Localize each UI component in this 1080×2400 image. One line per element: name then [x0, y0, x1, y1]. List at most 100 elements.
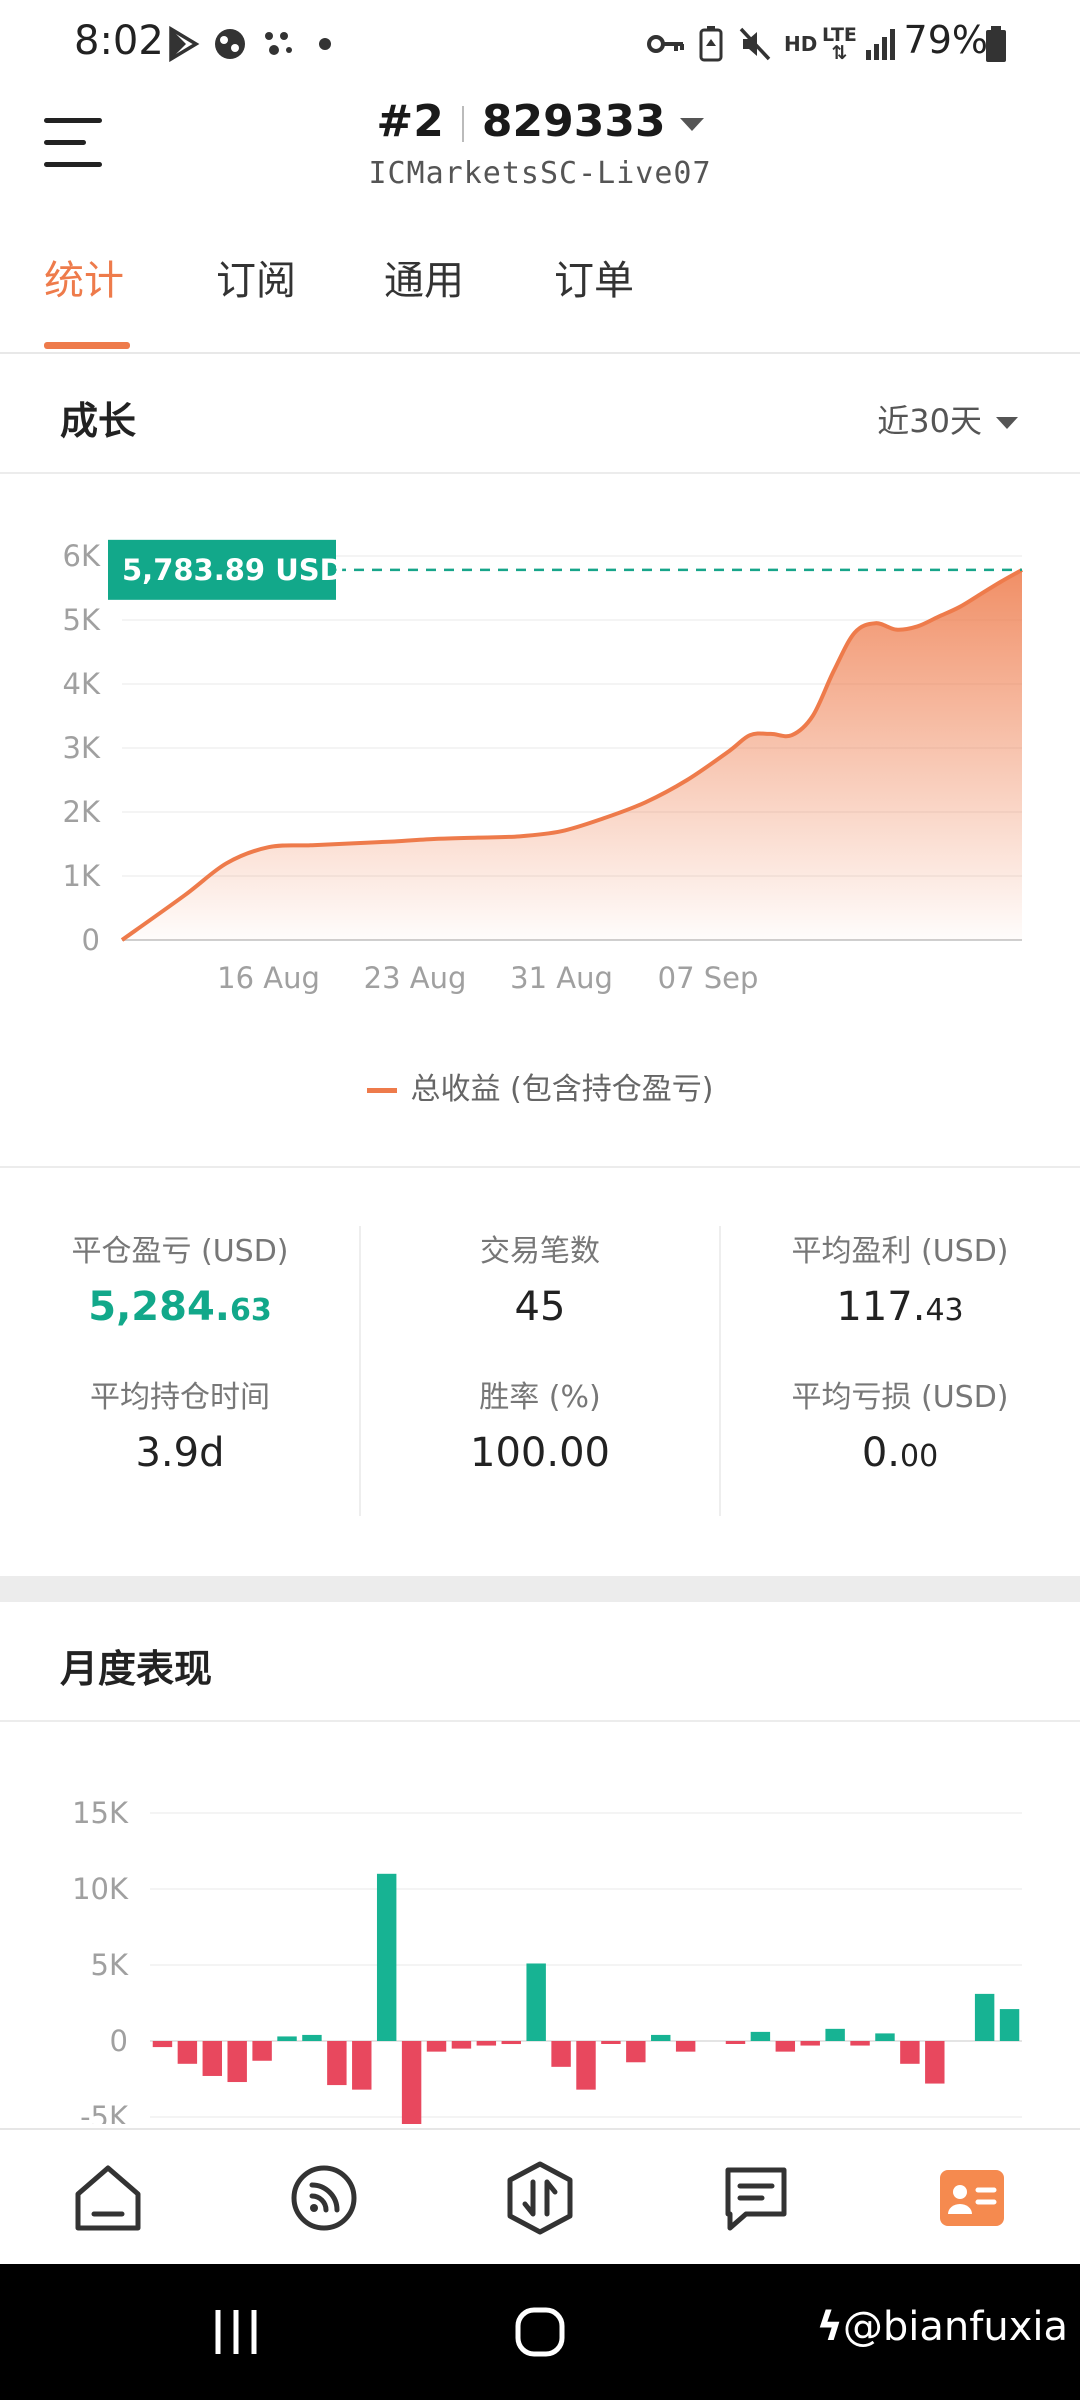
monthly-bar: [526, 1963, 546, 2041]
trade-icon[interactable]: [500, 2158, 580, 2238]
monthly-bar: [925, 2041, 945, 2084]
tab-general[interactable]: 通用: [384, 248, 464, 306]
watermark: ϟ@bianfuxia: [816, 2304, 1069, 2350]
x-tick-label: 23 Aug: [364, 961, 467, 995]
messages-icon[interactable]: [716, 2158, 796, 2238]
monthly-bar: [202, 2041, 223, 2076]
section-separator: [0, 1576, 1080, 1602]
stat-value: 0.00: [861, 1430, 939, 1476]
monthly-bar: [152, 2041, 173, 2048]
growth-section-header: 成长 近30天: [0, 354, 1080, 474]
monthly-bar: [401, 2041, 422, 2124]
stat-value: 3.9d: [135, 1430, 225, 1476]
monthly-bar: [277, 2036, 297, 2041]
tab-stats[interactable]: 统计: [44, 248, 124, 306]
current-value-label: 5,783.89 USD: [122, 553, 344, 587]
monthly-bar: [825, 2028, 845, 2041]
active-tab-indicator: [44, 342, 130, 349]
stat-label: 交易笔数: [480, 1234, 600, 1269]
signal-icon: [866, 29, 895, 60]
monthly-bar: [476, 2041, 497, 2046]
monthly-bar: [750, 2031, 771, 2041]
status-time: 8:02: [74, 18, 164, 64]
monthly-bar: [651, 2034, 671, 2041]
divider: [359, 1226, 361, 1516]
signal-feed-icon[interactable]: [284, 2158, 364, 2238]
y-tick-label: 3K: [63, 731, 101, 765]
account-index: #2: [376, 96, 444, 147]
stat-value: 100.00: [470, 1430, 610, 1476]
stat-value: 5,284.63: [88, 1284, 272, 1330]
battery-saver-icon: [699, 26, 723, 62]
stat-avg-profit: 平均盈利 (USD) 117.43: [720, 1226, 1080, 1330]
stat-label: 胜率 (%): [479, 1380, 601, 1415]
period-label: 近30天: [877, 402, 982, 440]
stat-closed-pnl: 平仓盈亏 (USD) 5,284.63: [0, 1226, 360, 1330]
stat-avg-hold-time: 平均持仓时间 3.9d: [0, 1372, 360, 1476]
monthly-bar: [850, 2041, 870, 2046]
y-tick-label: 0: [110, 2024, 128, 2058]
monthly-bar: [551, 2041, 571, 2067]
monthly-bar: [775, 2041, 796, 2052]
monthly-bar: [327, 2041, 347, 2086]
monthly-chart: 15K 10K 5K 0 -5K: [72, 1796, 1022, 2124]
monthly-title: 月度表现: [60, 1647, 213, 1691]
monthly-bar: [875, 2033, 895, 2041]
app-header: #2 829333 ICMarketsSC-Live07: [0, 88, 1080, 208]
status-bar: 8:02 HD LTE ⇅ 79%: [0, 0, 1080, 88]
lte-indicator: LTE ⇅: [822, 24, 857, 64]
y-tick-label: 15K: [72, 1796, 129, 1830]
home-icon[interactable]: [68, 2158, 148, 2238]
monthly-bar: [252, 2041, 272, 2061]
monthly-bar: [725, 2041, 746, 2044]
stat-value: 117.43: [836, 1284, 964, 1330]
app-notification-icon: [215, 29, 245, 59]
y-tick-label: 2K: [63, 795, 101, 829]
more-dot-icon: [319, 38, 331, 50]
legend-swatch: [366, 1088, 397, 1093]
battery-icon: [986, 26, 1006, 62]
profile-card-icon[interactable]: [932, 2158, 1012, 2238]
divider: [719, 1226, 721, 1516]
tab-bar: 统计 订阅 通用 订单: [0, 208, 1080, 354]
monthly-bar: [900, 2041, 920, 2064]
system-navigation-bar: ϟ@bianfuxia: [0, 2264, 1080, 2400]
bottom-navigation: [0, 2128, 1080, 2266]
key-icon: [647, 35, 684, 53]
monthly-bar: [601, 2041, 621, 2044]
mute-icon: [739, 27, 771, 61]
monthly-section-header: 月度表现: [0, 1602, 1080, 1722]
monthly-bar: [999, 2009, 1020, 2041]
monthly-bar: [800, 2041, 820, 2046]
recent-apps-icon[interactable]: [210, 2306, 262, 2358]
stat-label: 平均亏损 (USD): [791, 1380, 1009, 1415]
home-button-icon[interactable]: [512, 2304, 568, 2360]
growth-legend: 总收益 (包含持仓盈亏): [0, 1064, 1080, 1108]
y-tick-label: 10K: [72, 1872, 129, 1906]
y-tick-label: 5K: [63, 603, 101, 637]
chevron-down-icon: [679, 117, 704, 131]
tab-subscriptions[interactable]: 订阅: [216, 248, 296, 306]
period-selector[interactable]: 近30天: [877, 396, 1018, 442]
account-selector[interactable]: #2 829333: [0, 96, 1080, 147]
battery-percent: 79%: [903, 18, 988, 62]
chevron-down-icon: [996, 417, 1018, 429]
monthly-bar: [227, 2041, 247, 2083]
y-tick-label: 1K: [63, 859, 101, 893]
y-tick-label: 4K: [63, 667, 101, 701]
x-tick-label: 16 Aug: [217, 961, 320, 995]
stat-value: 45: [514, 1284, 566, 1330]
legend-label: 总收益 (包含持仓盈亏): [410, 1072, 714, 1107]
y-tick-label: 6K: [63, 539, 101, 573]
monthly-bar: [376, 1873, 397, 2041]
monthly-bar: [352, 2041, 372, 2090]
monthly-bar: [426, 2041, 447, 2052]
stat-trades: 交易笔数 45: [360, 1226, 720, 1330]
tab-orders[interactable]: 订单: [554, 248, 634, 306]
monthly-bar: [974, 1993, 995, 2041]
play-store-icon: [169, 26, 200, 62]
y-tick-label: 0: [82, 923, 100, 957]
monthly-bar: [451, 2041, 472, 2049]
growth-title: 成长: [60, 399, 137, 443]
watermark-logo-icon: ϟ: [816, 2304, 843, 2350]
